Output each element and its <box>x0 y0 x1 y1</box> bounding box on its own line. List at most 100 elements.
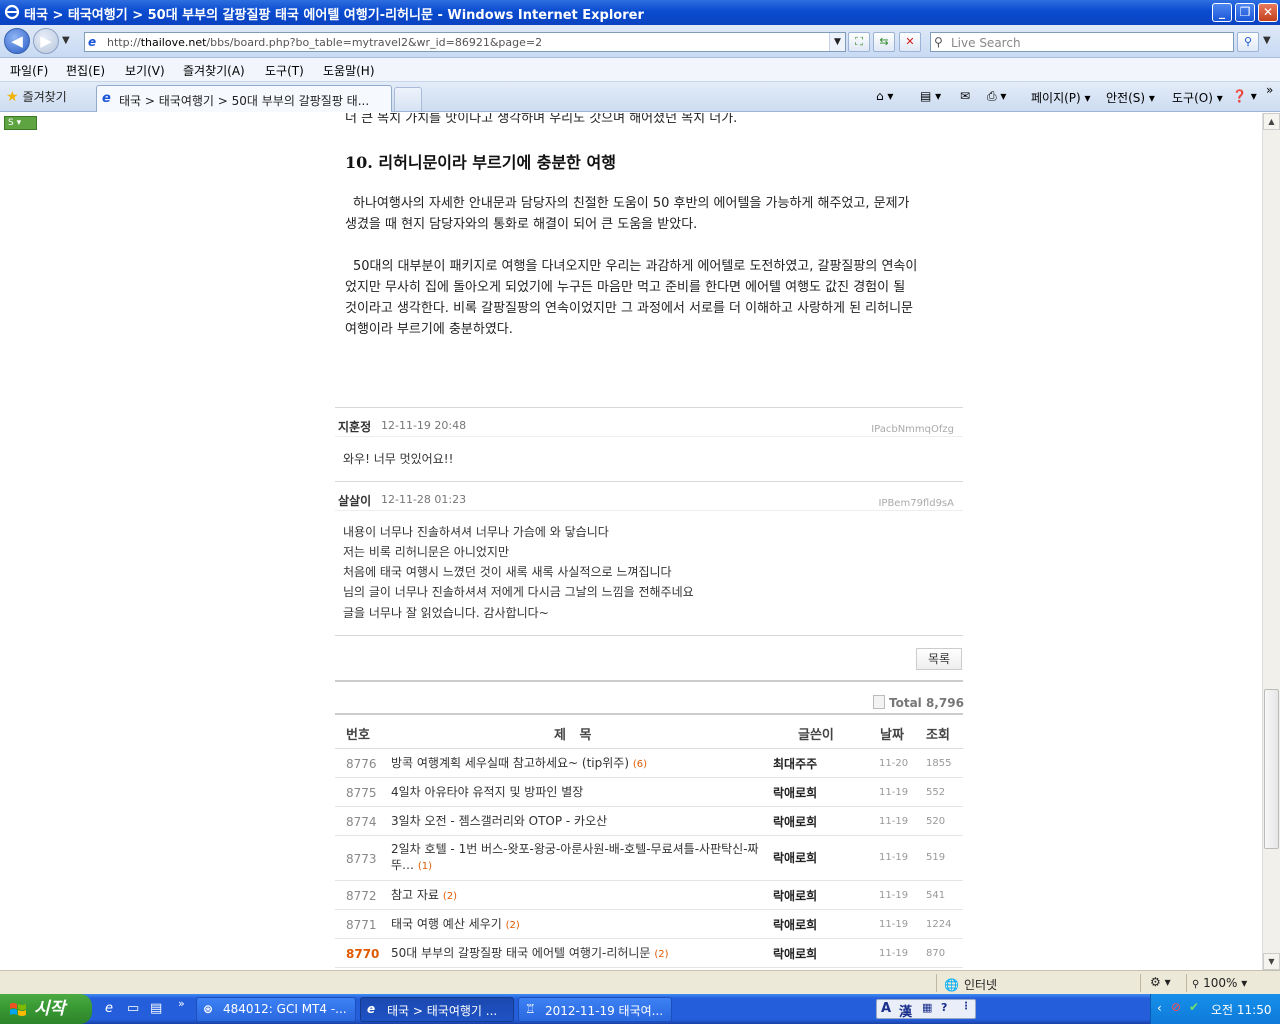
post-author[interactable]: 락애로희 <box>773 887 817 904</box>
divider <box>335 481 963 482</box>
back-arrow-icon: ◀ <box>11 32 23 50</box>
back-button[interactable]: ◀ <box>4 28 30 54</box>
search-provider-icon: ⚲ <box>934 35 943 49</box>
print-icon[interactable]: ⎙ ▾ <box>987 89 1006 104</box>
zoom-level[interactable]: ⚲ 100% ▾ <box>1192 976 1247 990</box>
compatibility-icon[interactable]: ⛶ <box>848 32 870 52</box>
ime-toolbar[interactable]: A 漢 ▦ ? ⋮ <box>876 999 976 1020</box>
address-toolbar: ◀ ▶ ▼ e http://thailove.net/bbs/board.ph… <box>0 25 1280 58</box>
post-author[interactable]: 락애로희 <box>773 813 817 830</box>
ie-quicklaunch-icon[interactable]: e <box>105 1001 113 1016</box>
folder-quicklaunch-icon[interactable]: ▭ <box>127 1001 139 1016</box>
page-menu[interactable]: 페이지(P) ▾ <box>1031 89 1091 106</box>
table-row[interactable]: 8776 방콕 여행계획 세우실때 참고하세요~ (tip위주) (6) 최대주… <box>335 749 963 778</box>
search-button[interactable]: ⚲ <box>1237 32 1259 52</box>
address-url[interactable]: http://thailove.net/bbs/board.php?bo_tab… <box>107 36 542 49</box>
divider <box>335 680 963 682</box>
post-author[interactable]: 락애로희 <box>773 784 817 801</box>
taskbar-item[interactable]: ♖ 2012-11-19 태국여... <box>518 997 672 1022</box>
feeds-icon[interactable]: ▤ ▾ <box>920 89 941 103</box>
search-placeholder: Live Search <box>951 36 1021 50</box>
ime-help-icon[interactable]: ? <box>941 1001 947 1014</box>
address-bar[interactable]: e http://thailove.net/bbs/board.php?bo_t… <box>84 32 846 52</box>
table-row[interactable]: 8771 태국 여행 예산 세우기 (2) 락애로희 11-19 1224 <box>335 910 963 939</box>
refresh-button[interactable]: ⇆ <box>873 32 895 52</box>
clock[interactable]: 오전 11:50 <box>1211 1001 1271 1018</box>
addon-badge-icon[interactable]: S ▾ <box>4 116 37 130</box>
post-author[interactable]: 락애로희 <box>773 916 817 933</box>
scroll-thumb[interactable] <box>1264 689 1279 849</box>
menu-favorites[interactable]: 즐겨찾기(A) <box>183 62 245 79</box>
post-subject[interactable]: 태국 여행 예산 세우기 (2) <box>391 916 761 934</box>
favorites-button[interactable]: ★ 즐겨찾기 <box>6 88 67 105</box>
restore-button[interactable]: ❐ <box>1235 3 1255 22</box>
post-number: 8770 <box>346 947 380 961</box>
menu-edit[interactable]: 편집(E) <box>66 62 105 79</box>
address-dropdown[interactable]: ▼ <box>829 33 845 51</box>
safety-menu[interactable]: 안전(S) ▾ <box>1106 89 1155 106</box>
table-row[interactable]: 8774 3일차 오전 - 젬스갤러리와 OTOP - 카오산 락애로희 11-… <box>335 807 963 836</box>
ime-pad-icon[interactable]: ▦ <box>922 1001 932 1014</box>
table-row[interactable]: 8772 참고 자료 (2) 락애로희 11-19 541 <box>335 881 963 910</box>
menu-help[interactable]: 도움말(H) <box>323 62 375 79</box>
list-button[interactable]: 목록 <box>916 648 962 670</box>
protected-mode-icon[interactable]: ⚙ ▾ <box>1150 975 1171 989</box>
window-title: 태국 > 태국여행기 > 50대 부부의 갈팡질팡 태국 에어텔 여행기-리허니… <box>24 8 644 23</box>
menu-tools[interactable]: 도구(T) <box>265 62 304 79</box>
search-options-dropdown[interactable]: ▼ <box>1263 35 1271 46</box>
comment-text: 내용이 너무나 진솔하셔셔 너무나 가슴에 와 닿습니다 <box>343 525 609 539</box>
post-subject[interactable]: 참고 자료 (2) <box>391 887 761 905</box>
mail-icon[interactable]: ✉ <box>960 89 970 103</box>
tools-menu[interactable]: 도구(O) ▾ <box>1172 89 1223 106</box>
menu-view[interactable]: 보기(V) <box>125 62 165 79</box>
ime-mode-hanja[interactable]: 漢 <box>899 1001 912 1020</box>
stop-button[interactable]: ✕ <box>899 32 921 52</box>
post-subject[interactable]: 4일차 아유타야 유적지 및 방파인 별장 <box>391 784 761 802</box>
post-date: 11-19 <box>879 948 909 959</box>
help-icon[interactable]: ❓ ▾ <box>1232 89 1257 103</box>
document-icon <box>873 695 885 709</box>
recent-pages-dropdown[interactable]: ▼ <box>62 35 70 46</box>
post-number: 8772 <box>346 889 377 903</box>
ime-mode-a[interactable]: A <box>881 1001 891 1016</box>
search-input[interactable]: ⚲ Live Search <box>930 32 1234 52</box>
post-subject[interactable]: 50대 부부의 갈팡질팡 태국 에어텔 여행기-리허니문 (2) <box>391 945 761 963</box>
start-button[interactable]: 시작 <box>0 994 92 1024</box>
comment-author[interactable]: 살살이 <box>338 492 371 509</box>
tray-expand-icon[interactable]: ‹ <box>1157 1001 1162 1015</box>
new-tab-button[interactable] <box>394 87 422 111</box>
post-hits: 520 <box>926 816 946 827</box>
home-icon[interactable]: ⌂ ▾ <box>876 89 893 103</box>
vertical-scrollbar[interactable]: ▲ ▼ <box>1262 113 1280 970</box>
post-subject[interactable]: 방콕 여행계획 세우실때 참고하세요~ (tip위주) (6) <box>391 755 761 773</box>
security-zone: 🌐 인터넷 <box>944 978 998 992</box>
taskbar-item[interactable]: ⊛ 484012: GCI MT4 -... <box>196 997 356 1022</box>
network-icon[interactable]: ✔ <box>1189 1000 1199 1014</box>
tab-current[interactable]: e 태국 > 태국여행기 > 50대 부부의 갈팡질팡 태... <box>96 85 392 112</box>
post-author[interactable]: 최대주주 <box>773 755 817 772</box>
security-alert-icon[interactable]: ⊘ <box>1171 1000 1181 1014</box>
post-subject[interactable]: 2일차 호텔 - 1번 버스-왓포-왕궁-아룬사원-배-호텔-무료셔틀-사판탁신… <box>391 841 761 875</box>
scroll-up-arrow-icon[interactable]: ▲ <box>1263 113 1280 130</box>
post-date: 11-19 <box>879 816 909 827</box>
post-author[interactable]: 락애로희 <box>773 945 817 962</box>
quicklaunch-overflow-icon[interactable]: » <box>178 997 185 1010</box>
menu-file[interactable]: 파일(F) <box>10 62 48 79</box>
header-num: 번호 <box>346 728 370 743</box>
document-quicklaunch-icon[interactable]: ▤ <box>150 1001 162 1016</box>
forward-button[interactable]: ▶ <box>33 28 59 54</box>
star-icon: ★ <box>6 89 19 105</box>
comment-author[interactable]: 지훈정 <box>338 418 371 435</box>
board-table-header: 번호 제 목 글쓴이 날짜 조회 <box>335 713 963 749</box>
ime-options-icon[interactable]: ⋮ <box>961 1001 971 1012</box>
minimize-button[interactable]: _ <box>1212 3 1232 22</box>
post-author[interactable]: 락애로희 <box>773 849 817 866</box>
table-row[interactable]: 8775 4일차 아유타야 유적지 및 방파인 별장 락애로희 11-19 55… <box>335 778 963 807</box>
toolbar-overflow-icon[interactable]: » <box>1266 83 1273 97</box>
scroll-down-arrow-icon[interactable]: ▼ <box>1263 953 1280 970</box>
taskbar-item-active[interactable]: e 태국 > 태국여행기 ... <box>360 997 514 1022</box>
table-row-current[interactable]: 8770 50대 부부의 갈팡질팡 태국 에어텔 여행기-리허니문 (2) 락애… <box>335 939 963 968</box>
close-button[interactable]: ✕ <box>1258 3 1278 22</box>
table-row[interactable]: 8773 2일차 호텔 - 1번 버스-왓포-왕궁-아룬사원-배-호텔-무료셔틀… <box>335 836 963 881</box>
post-subject[interactable]: 3일차 오전 - 젬스갤러리와 OTOP - 카오산 <box>391 813 761 831</box>
